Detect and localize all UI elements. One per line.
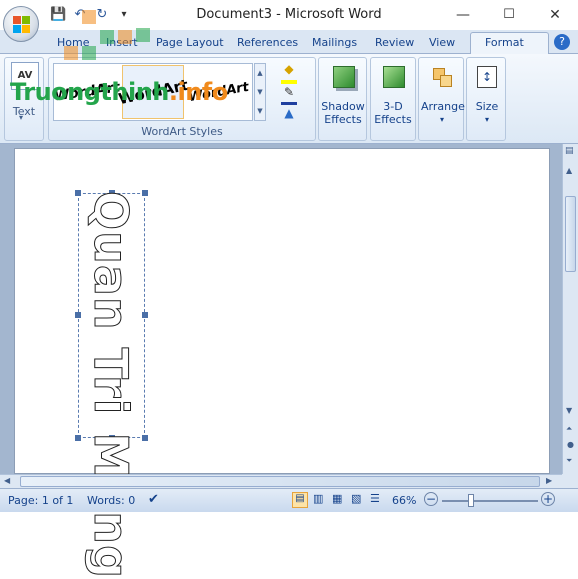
vertical-scroll-thumb[interactable] <box>565 196 576 272</box>
resize-handle[interactable] <box>142 190 148 196</box>
fill-color-bar <box>281 80 297 84</box>
text-group-label: Text <box>12 105 36 118</box>
office-button[interactable] <box>3 6 39 42</box>
vertical-scrollbar[interactable]: ▤ ▲ ▼ ⏶ ● ⏷ <box>562 144 578 474</box>
scroll-left-icon[interactable]: ◀ <box>4 476 10 485</box>
gallery-more-icon[interactable]: ▼ <box>255 102 265 121</box>
maximize-button[interactable]: ☐ <box>486 0 532 30</box>
wordart-styles-label: WordArt Styles <box>141 125 223 138</box>
watermark-text-1: Truongthinh <box>10 78 169 106</box>
tab-mailings[interactable]: Mailings <box>312 36 357 49</box>
size-label: Size <box>475 100 499 113</box>
proofing-icon[interactable]: ✔ <box>148 492 159 507</box>
shadow-effects-icon <box>332 66 355 88</box>
size-icon: ↕ <box>477 66 497 88</box>
arrange-dropdown-icon: ▾ <box>439 115 444 124</box>
arrange-icon <box>431 66 453 88</box>
resize-handle[interactable] <box>142 435 148 441</box>
arrange-button[interactable]: Arrange ▾ <box>421 62 465 126</box>
draft-view-icon[interactable]: ☰ <box>370 492 380 505</box>
full-screen-reading-icon[interactable]: ▥ <box>313 492 323 505</box>
tab-review[interactable]: Review <box>375 36 414 49</box>
shape-outline-icon[interactable]: ✎ <box>276 85 302 103</box>
word-count[interactable]: Words: 0 <box>87 494 135 507</box>
minimize-button[interactable]: — <box>440 0 486 30</box>
page-count[interactable]: Page: 1 of 1 <box>8 494 73 507</box>
horizontal-scrollbar[interactable]: ◀ ▶ <box>0 474 562 488</box>
wordart-text: Quan Tri Mang <box>84 191 139 579</box>
zoom-slider-track[interactable] <box>442 500 538 502</box>
tab-format[interactable]: Format <box>470 32 549 55</box>
watermark-text-2: .info <box>168 78 228 106</box>
size-button[interactable]: ↕ Size ▾ <box>469 62 505 126</box>
zoom-slider-thumb[interactable] <box>468 494 474 507</box>
size-dropdown-icon: ▾ <box>484 115 489 124</box>
tab-view[interactable]: View <box>429 36 455 49</box>
gallery-down-icon[interactable]: ▼ <box>255 83 265 102</box>
3d-effects-label: 3-D Effects <box>374 100 412 126</box>
status-bar: Page: 1 of 1 Words: 0 ✔ ▤ ▥ ▦ ▧ ☰ 66% − … <box>0 488 578 512</box>
tab-page-layout[interactable]: Page Layout <box>156 36 224 49</box>
web-layout-icon[interactable]: ▦ <box>332 492 342 505</box>
arrange-group: Arrange ▾ <box>418 57 465 141</box>
close-button[interactable]: ✕ <box>532 0 578 30</box>
zoom-out-icon[interactable]: − <box>424 492 438 506</box>
outline-color-bar <box>281 102 297 105</box>
watermark-logo: Truongthinh.info <box>10 78 228 106</box>
office-logo-icon <box>13 16 30 33</box>
ruler-toggle-icon[interactable]: ▤ <box>565 146 574 156</box>
scroll-down-icon[interactable]: ▼ <box>566 406 572 415</box>
zoom-in-icon[interactable]: + <box>541 492 555 506</box>
shadow-effects-label: Shadow Effects <box>321 100 365 126</box>
outline-view-icon[interactable]: ▧ <box>351 492 361 505</box>
horizontal-scroll-thumb[interactable] <box>20 476 540 487</box>
3d-effects-group: 3-D Effects <box>370 57 416 141</box>
gallery-scroll[interactable]: ▲ ▼ ▼ <box>254 63 266 121</box>
select-browse-object-icon[interactable]: ● <box>567 440 574 449</box>
tab-references[interactable]: References <box>237 36 298 49</box>
3d-effects-button[interactable]: 3-D Effects <box>373 62 415 126</box>
text-dropdown-icon[interactable]: ▾ <box>19 113 23 122</box>
3d-effects-icon <box>383 66 405 88</box>
size-group: ↕ Size ▾ <box>466 57 506 141</box>
shadow-effects-group: Shadow Effects <box>318 57 367 141</box>
shadow-effects-button[interactable]: Shadow Effects <box>321 62 366 126</box>
zoom-level[interactable]: 66% <box>392 494 416 507</box>
arrange-label: Arrange <box>421 100 465 113</box>
change-shape-icon[interactable]: ▲ <box>276 106 302 124</box>
print-layout-icon[interactable]: ▤ <box>292 492 308 508</box>
resize-handle[interactable] <box>142 312 148 318</box>
help-icon[interactable]: ? <box>554 34 570 50</box>
scroll-up-icon[interactable]: ▲ <box>566 166 572 175</box>
shape-fill-icon[interactable]: ◆ <box>276 62 302 80</box>
next-page-icon[interactable]: ⏷ <box>566 456 572 466</box>
scroll-right-icon[interactable]: ▶ <box>546 476 552 485</box>
scroll-corner <box>562 474 578 488</box>
previous-page-icon[interactable]: ⏶ <box>566 424 572 434</box>
gallery-up-icon[interactable]: ▲ <box>255 64 265 83</box>
